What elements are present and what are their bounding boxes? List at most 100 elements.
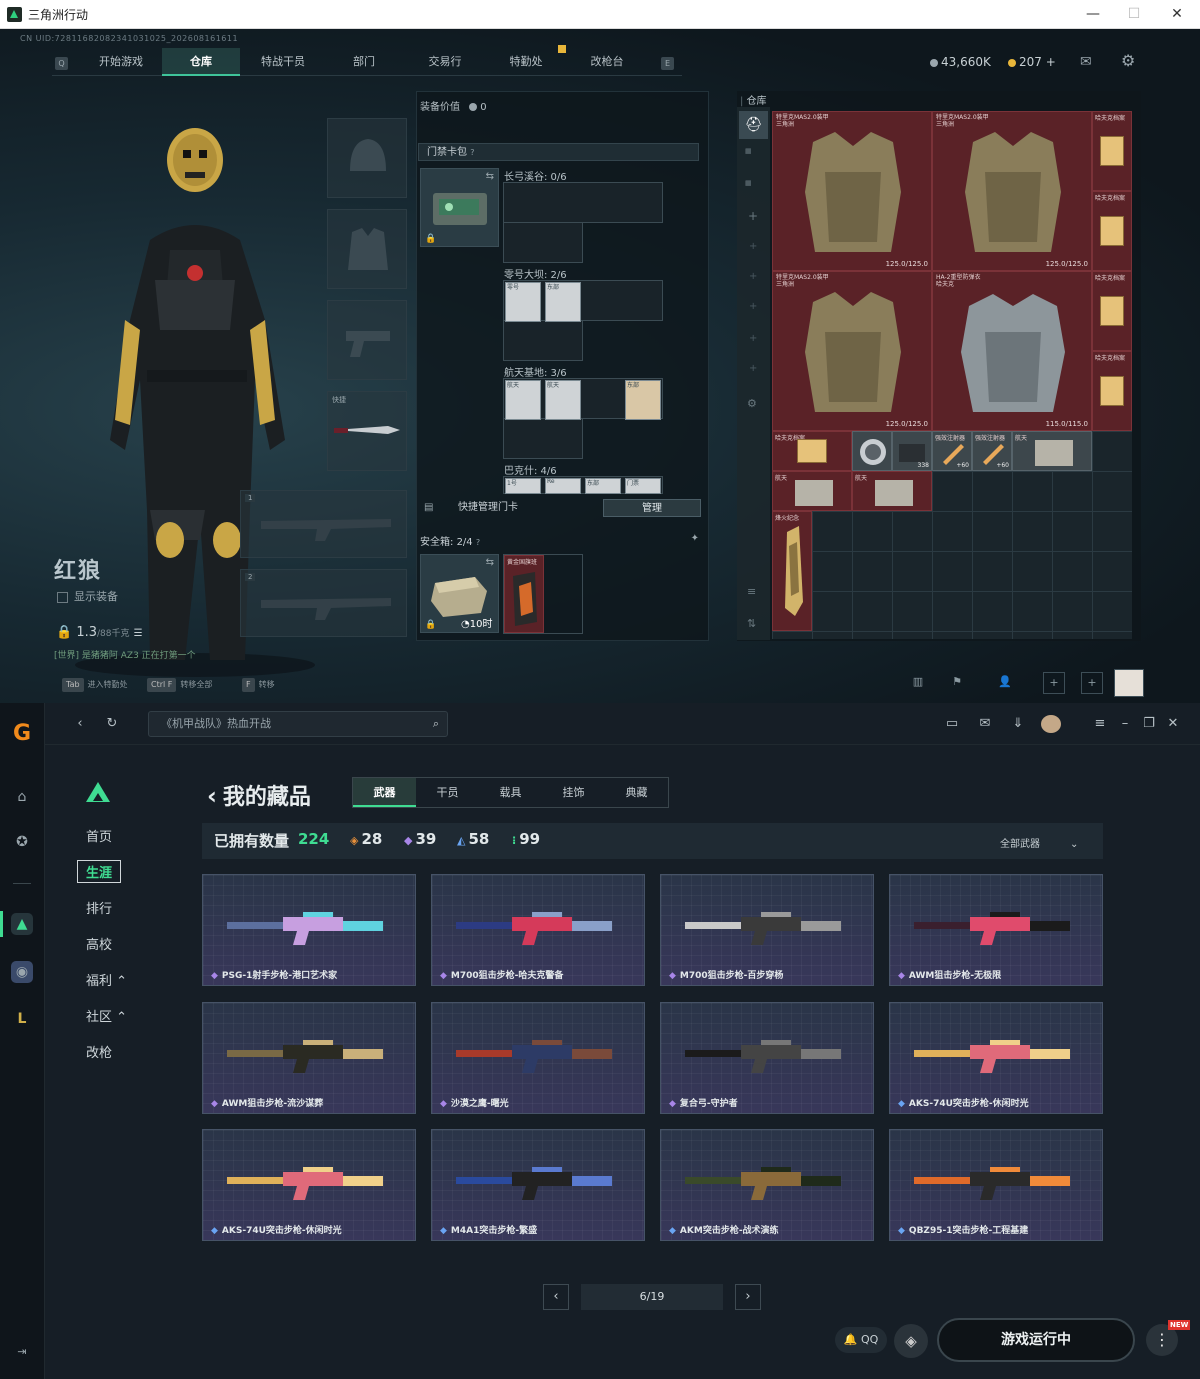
weapon-card[interactable]: ◆ M4A1突击步枪-繁盛 (431, 1129, 645, 1241)
show-equipment-checkbox[interactable] (57, 591, 68, 603)
add-tab-icon[interactable]: + (749, 241, 757, 252)
close-button[interactable]: ✕ (1157, 3, 1197, 25)
access-card[interactable]: 1号 (505, 478, 541, 494)
warehouse-item[interactable]: 338 (892, 431, 932, 471)
armor-slot[interactable] (327, 209, 407, 289)
game-running-button[interactable]: 游戏运行中 (937, 1318, 1135, 1362)
filter-tab-icon[interactable]: ▦ (745, 179, 752, 187)
access-card[interactable]: Re (545, 478, 581, 494)
menu-icon[interactable]: ≡ (1090, 715, 1110, 733)
league-game-icon[interactable]: L (11, 1008, 33, 1030)
nav-welfare[interactable]: 福利 ⌃ (86, 970, 127, 989)
keycard-pouch-header[interactable]: 门禁卡包 ? (418, 143, 699, 161)
mail-icon[interactable]: ✉ (1080, 54, 1092, 70)
tab-operators[interactable]: 特战干员 (244, 48, 322, 76)
weapon-card[interactable]: ◆ M700狙击步枪-百步穿杨 (660, 874, 874, 986)
armor-item[interactable]: 特里克MAS2.0装甲 三角洲 125.0/125.0 (772, 271, 932, 431)
access-card[interactable]: 东部 (545, 282, 581, 322)
info-icon[interactable]: ? (470, 148, 474, 157)
add-tab-icon[interactable]: + (749, 363, 757, 374)
weapon-card[interactable]: ◆ AWM狙击步枪-无极限 (889, 874, 1103, 986)
back-arrow-icon[interactable]: ‹ (207, 782, 217, 810)
tab-charms[interactable]: 挂饰 (542, 778, 605, 807)
safe-item[interactable]: 黄金国旗班 (504, 555, 544, 633)
nav-ranking[interactable]: 排行 (86, 898, 112, 917)
tab-department[interactable]: 部门 (325, 48, 403, 76)
list-icon[interactable]: ☰ (134, 628, 143, 639)
warehouse-item[interactable] (852, 431, 892, 471)
injector-item[interactable]: 强效注射器 +60 (932, 431, 972, 471)
collapse-icon[interactable]: ⇥ (11, 1341, 33, 1363)
player-avatar[interactable] (1114, 669, 1144, 697)
tab-special-ops[interactable]: 特勤处 (487, 48, 565, 76)
friends-icon[interactable]: 👤 (990, 672, 1020, 694)
layers-icon[interactable]: ≡ (747, 585, 756, 598)
access-card[interactable]: 门票 (625, 478, 661, 494)
armor-filter-icon[interactable]: ⛑ (739, 111, 768, 139)
add-slot-button[interactable]: + (1043, 672, 1065, 694)
armor-item[interactable]: 特里克MAS2.0装甲 三角洲 125.0/125.0 (772, 111, 932, 271)
store-icon[interactable]: ⌂ (11, 786, 33, 808)
secondary-weapon-slot[interactable]: 2 (240, 569, 407, 637)
keycard-pouch-item[interactable]: ⇆ 🔒 (420, 168, 499, 247)
pin-icon[interactable]: ✦ (691, 533, 699, 544)
tab-trade[interactable]: 交易行 (406, 48, 484, 76)
melee-slot[interactable]: 快捷 (327, 391, 407, 471)
user-avatar[interactable] (1041, 715, 1061, 733)
filter-tab-icon[interactable]: ▦ (745, 147, 752, 155)
weapon-card[interactable]: ◆ 沙漠之鹰-曙光 (431, 1002, 645, 1114)
access-card[interactable]: 零号 (505, 282, 541, 322)
currency-gold[interactable]: 207 + (1008, 55, 1056, 69)
tab-collection[interactable]: 典藏 (605, 778, 668, 807)
injector-item[interactable]: 强效注射器 +60 (972, 431, 1012, 471)
armor-item[interactable]: 特里克MAS2.0装甲 三角洲 125.0/125.0 (932, 111, 1092, 271)
info-icon[interactable]: ? (476, 538, 480, 547)
next-page-button[interactable]: › (735, 1284, 761, 1310)
refresh-icon[interactable]: ↻ (102, 715, 122, 733)
add-tab-icon[interactable]: + (749, 301, 757, 312)
document-item[interactable]: 哈夫克档案 (1092, 191, 1132, 271)
manage-button[interactable]: 管理 (603, 499, 701, 517)
access-card[interactable]: 东部 (625, 380, 661, 420)
safe-box-item[interactable]: ⇆ 🔒 ◔10时 (420, 554, 499, 633)
mail-icon[interactable]: ✉ (975, 715, 995, 733)
weapon-card[interactable]: ◆ M700狙击步枪-哈夫克警备 (431, 874, 645, 986)
tab-gun-mod[interactable]: 改枪台 (568, 48, 646, 76)
prev-page-button[interactable]: ‹ (543, 1284, 569, 1310)
nav-career[interactable]: 生涯 (77, 860, 122, 883)
tab-start-game[interactable]: 开始游戏 (82, 48, 160, 76)
weapon-card[interactable]: ◆ AKS-74U突击步枪-休闲时光 (202, 1129, 416, 1241)
settings-gear-icon[interactable]: ⚙ (747, 397, 757, 410)
settings-gear-icon[interactable]: ⚙ (1121, 51, 1135, 70)
access-card[interactable]: 航天 (545, 380, 581, 420)
swap-icon[interactable]: ⇆ (486, 171, 494, 182)
pistol-slot[interactable] (327, 300, 407, 380)
add-tab-icon[interactable]: + (749, 271, 757, 282)
weapon-card[interactable]: ◆ PSG-1射手步枪-港口艺术家 (202, 874, 416, 986)
game-icon[interactable]: ◉ (11, 961, 33, 983)
armor-item[interactable]: HA-2重型防弹衣 哈夫克 115.0/115.0 (932, 271, 1092, 431)
weapon-filter-dropdown[interactable]: 全部武器 ⌄ (1000, 835, 1078, 850)
qq-button[interactable]: 🔔 QQ (835, 1327, 887, 1353)
warehouse-item[interactable]: 航天 (852, 471, 932, 511)
search-input[interactable]: 《机甲战队》热血开战 ⌕ (148, 711, 448, 737)
add-slot-button[interactable]: + (1081, 672, 1103, 694)
chat-icon[interactable]: ▭ (942, 715, 962, 733)
restore-icon[interactable]: ❐ (1139, 715, 1159, 733)
gamepad-icon[interactable]: ✪ (11, 831, 33, 853)
access-card[interactable]: 航天 (505, 380, 541, 420)
document-item[interactable]: 哈夫克档案 (1092, 351, 1132, 431)
helmet-slot[interactable] (327, 118, 407, 198)
tab-weapons[interactable]: 武器 (353, 778, 416, 807)
primary-weapon-slot[interactable]: 1 (240, 490, 407, 558)
close-icon[interactable]: ✕ (1163, 715, 1183, 733)
document-item[interactable]: 哈夫克档案 (1092, 111, 1132, 191)
delta-force-game-icon[interactable]: ▲ (11, 913, 33, 935)
flag-icon[interactable]: ⚑ (946, 672, 968, 694)
tab-vehicles[interactable]: 载具 (479, 778, 542, 807)
back-arrow-icon[interactable]: ‹ (70, 715, 90, 733)
add-tab-icon[interactable]: + (749, 333, 757, 344)
trophy-item[interactable]: 烽火纪念 (772, 511, 812, 631)
warehouse-item[interactable]: 哈夫克档案 (772, 431, 852, 471)
access-card[interactable]: 东部 (585, 478, 621, 494)
